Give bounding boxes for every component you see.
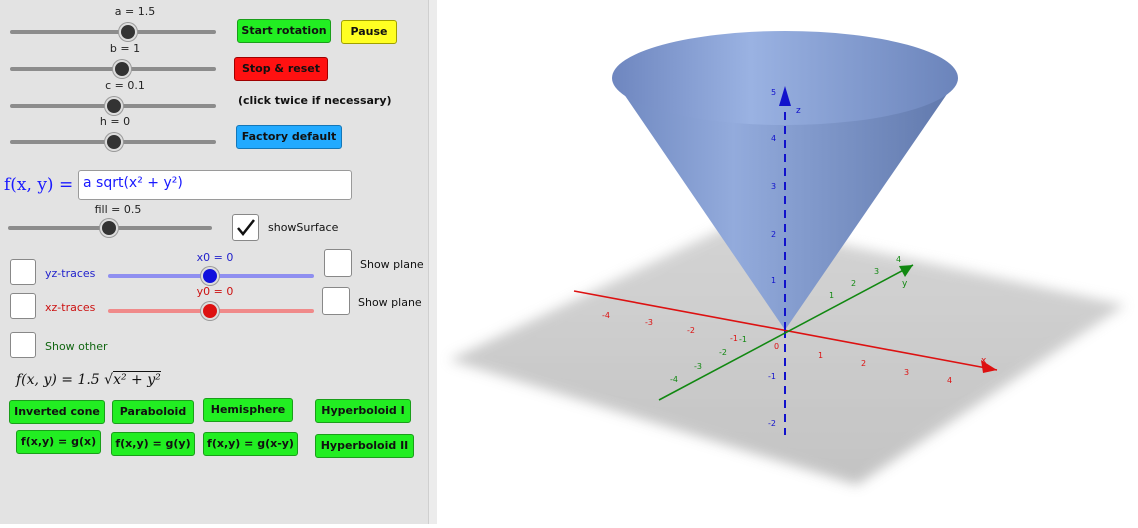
factory-default-button[interactable]: Factory default xyxy=(236,125,342,149)
sqrt-icon: √ xyxy=(104,372,114,388)
yz-traces-label: yz-traces xyxy=(45,267,96,280)
y-tick-label: 4 xyxy=(896,255,901,264)
slider-y0-handle[interactable] xyxy=(201,302,219,320)
z-tick-label: -1 xyxy=(768,372,776,381)
slider-b-handle[interactable] xyxy=(113,60,131,78)
click-twice-note: (click twice if necessary) xyxy=(238,94,392,107)
x-tick-label: -4 xyxy=(602,311,610,320)
formula-display: f(x, y) = 1.5 √x² + y² xyxy=(16,371,161,388)
slider-fill-handle[interactable] xyxy=(100,219,118,237)
z-tick-label: 2 xyxy=(771,230,776,239)
y-tick-label: 1 xyxy=(829,291,834,300)
show-other-checkbox[interactable] xyxy=(10,332,36,358)
paraboloid-button[interactable]: Paraboloid xyxy=(112,400,194,424)
slider-a-handle[interactable] xyxy=(119,23,137,41)
slider-h-label: h = 0 xyxy=(99,115,131,128)
slider-c-handle[interactable] xyxy=(105,97,123,115)
stop-reset-button[interactable]: Stop & reset xyxy=(234,57,328,81)
slider-y0-label: y0 = 0 xyxy=(196,285,234,298)
formula-lhs: f(x, y) = 1.5 xyxy=(16,372,100,388)
checkmark-icon xyxy=(237,219,255,236)
slider-x0-label: x0 = 0 xyxy=(196,251,234,264)
show-plane-y-checkbox[interactable] xyxy=(322,287,350,315)
graphics-3d-view[interactable]: x y z 0 -4 -3 -2 -1 1 2 3 4 -4 -3 -2 -1 1 2 3 4 5 4 3 2 1 -1-… xyxy=(437,0,1138,524)
x-tick-label: -2 xyxy=(687,326,695,335)
yz-traces-checkbox[interactable] xyxy=(10,259,36,285)
x-tick-label: -1 xyxy=(730,334,738,343)
hyperboloid-two-button[interactable]: Hyperboloid II xyxy=(315,434,414,458)
slider-x0-handle[interactable] xyxy=(201,267,219,285)
inverted-cone-button[interactable]: Inverted cone xyxy=(9,400,105,424)
slider-c-label: c = 0.1 xyxy=(105,79,145,92)
slider-b-label: b = 1 xyxy=(109,42,141,55)
y-tick-label: 2 xyxy=(851,279,856,288)
fgx-button[interactable]: f(x,y) = g(x) xyxy=(16,430,101,454)
show-surface-checkbox[interactable] xyxy=(232,214,259,241)
z-tick-label: 1 xyxy=(771,276,776,285)
y-axis-label: y xyxy=(902,279,908,289)
z-tick-label: 3 xyxy=(771,182,776,191)
hemisphere-button[interactable]: Hemisphere xyxy=(203,398,293,422)
y-tick-label: 3 xyxy=(874,267,879,276)
start-rotation-button[interactable]: Start rotation xyxy=(237,19,331,43)
x-tick-label: 4 xyxy=(947,376,952,385)
plot-3d: x y z 0 -4-3-2-11234-4-3-2-1123454321-1-… xyxy=(449,31,1125,485)
z-tick-label: 4 xyxy=(771,134,776,143)
xz-traces-checkbox[interactable] xyxy=(10,293,36,319)
slider-h-handle[interactable] xyxy=(105,133,123,151)
slider-fill-label: fill = 0.5 xyxy=(94,203,142,216)
cone-rim xyxy=(612,31,958,125)
x-tick-label: 2 xyxy=(861,359,866,368)
function-input-label: f(x, y) = xyxy=(4,175,74,195)
y-tick-label: -4 xyxy=(670,375,678,384)
x-axis-label: x xyxy=(981,356,987,366)
formula-radicand: x² + y² xyxy=(113,371,161,388)
y-tick-label: -3 xyxy=(694,362,702,371)
fgxy-button[interactable]: f(x,y) = g(x-y) xyxy=(203,432,298,456)
y-tick-label: -1 xyxy=(739,335,747,344)
hyperboloid-one-button[interactable]: Hyperboloid I xyxy=(315,399,411,423)
show-plane-x-checkbox[interactable] xyxy=(324,249,352,277)
show-other-label: Show other xyxy=(45,340,108,353)
function-input-field[interactable]: a sqrt(x² + y²) xyxy=(78,170,352,200)
z-tick-label: 5 xyxy=(771,88,776,97)
show-plane-y-label: Show plane xyxy=(358,296,422,309)
slider-a-track[interactable] xyxy=(10,30,216,34)
panel-divider[interactable] xyxy=(428,0,437,524)
pause-button[interactable]: Pause xyxy=(341,20,397,44)
show-plane-x-label: Show plane xyxy=(360,258,424,271)
y-tick-label: -2 xyxy=(719,348,727,357)
origin-label: 0 xyxy=(774,342,779,351)
x-tick-label: 1 xyxy=(818,351,823,360)
control-panel: a = 1.5 b = 1 c = 0.1 h = 0 Start rotati… xyxy=(0,0,428,524)
slider-a-label: a = 1.5 xyxy=(114,5,156,18)
xz-traces-label: xz-traces xyxy=(45,301,96,314)
z-axis-label: z xyxy=(796,106,801,116)
x-tick-label: -3 xyxy=(645,318,653,327)
fgy-button[interactable]: f(x,y) = g(y) xyxy=(111,432,195,456)
z-tick-label: -2 xyxy=(768,419,776,428)
x-tick-label: 3 xyxy=(904,368,909,377)
show-surface-label: showSurface xyxy=(268,221,339,234)
